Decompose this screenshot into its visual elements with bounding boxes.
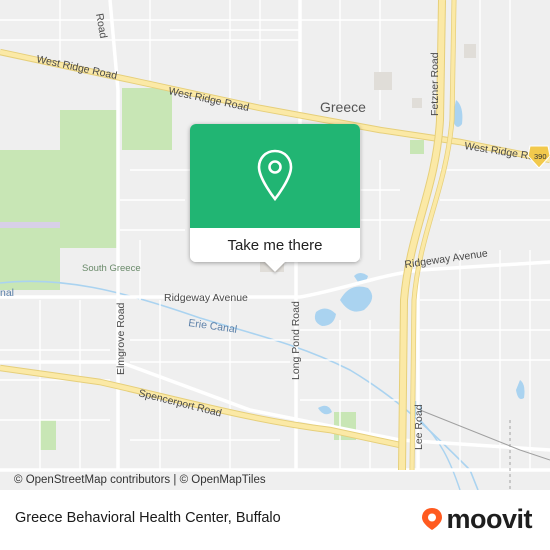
water-label-edge: nal [0, 287, 14, 299]
location-pin-icon [257, 149, 293, 202]
osm-attribution-link[interactable]: OpenStreetMap contributors [26, 474, 170, 486]
location-popup: Take me there [190, 124, 360, 262]
place-label-greece: Greece [320, 99, 366, 115]
copyright-symbol: © [179, 474, 189, 486]
copyright-symbol: © [14, 474, 23, 486]
destination-title: Greece Behavioral Health Center, Buffalo [15, 510, 281, 526]
attribution-separator: | [173, 474, 177, 486]
runway [0, 222, 60, 228]
road-label-elmgrove: Elmgrove Road [115, 302, 127, 375]
road-label-long-pond: Long Pond Road [290, 301, 302, 380]
footer: Greece Behavioral Health Center, Buffalo… [0, 490, 550, 550]
road-label-lee: Lee Road [413, 404, 425, 450]
popup-header [190, 124, 360, 228]
road-label-ridgeway: Ridgeway Avenue [164, 292, 248, 304]
moovit-wordmark: moovit [446, 503, 532, 534]
omt-attribution-link[interactable]: OpenMapTiles [191, 474, 265, 486]
place-label-south-greece: South Greece [82, 263, 141, 274]
moovit-pin-icon [422, 508, 443, 530]
road-label-fetzner: Fetzner Road [429, 52, 441, 116]
popup-pointer [264, 261, 286, 272]
map-attribution: © OpenStreetMap contributors | © OpenMap… [0, 470, 550, 490]
moovit-logo[interactable]: moovit [421, 504, 532, 534]
route-shield-number: 390 [534, 152, 547, 161]
take-me-there-button[interactable]: Take me there [190, 228, 360, 262]
